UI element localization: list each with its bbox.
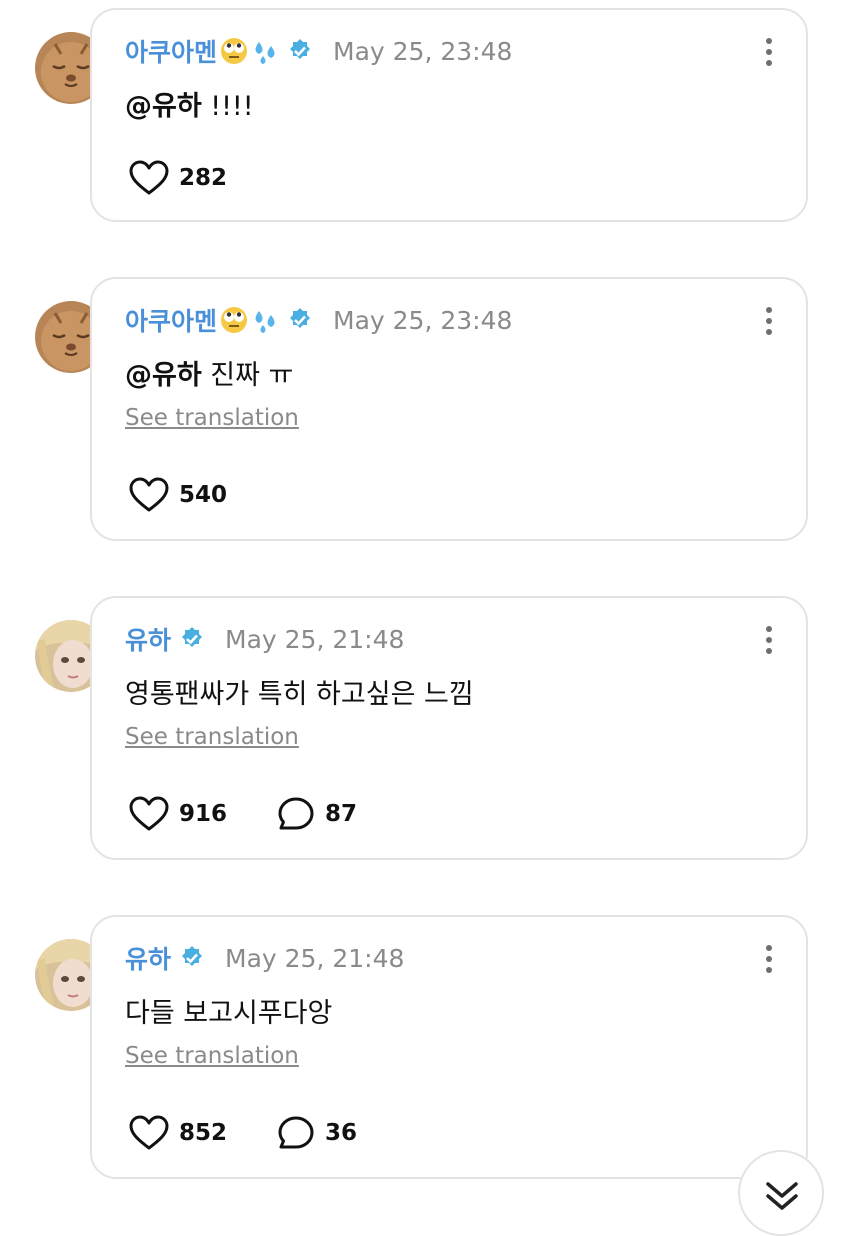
see-translation-link[interactable]: See translation	[125, 405, 299, 431]
like-button[interactable]: 540	[129, 477, 227, 513]
post-text: @유하 !!!!	[125, 84, 254, 123]
post-actions: 916 87	[129, 796, 407, 832]
more-options-icon[interactable]	[765, 626, 773, 656]
more-options-icon[interactable]	[765, 307, 773, 337]
verified-badge-icon	[287, 38, 313, 64]
post-body: 진짜 ㅠ	[201, 360, 294, 391]
more-options-icon[interactable]	[765, 945, 773, 975]
post-header: 아쿠아멘 May 25, 23:48	[125, 303, 512, 337]
reply-button[interactable]: 36	[277, 1115, 357, 1151]
like-count: 540	[179, 482, 228, 508]
double-chevron-down-icon	[766, 1182, 798, 1210]
see-translation-link[interactable]: See translation	[125, 1043, 299, 1069]
sweat-droplets-emoji	[251, 36, 279, 66]
verified-badge-icon	[179, 626, 205, 652]
timestamp[interactable]: May 25, 21:48	[225, 625, 404, 654]
post-body: !!!!	[201, 91, 254, 122]
post-header: 유하 May 25, 21:48	[125, 941, 404, 975]
sweat-droplets-emoji	[251, 305, 279, 335]
heart-icon	[129, 796, 169, 831]
eye-roll-face-emoji	[219, 305, 249, 335]
author-name[interactable]: 아쿠아멘	[125, 302, 217, 338]
like-count: 852	[179, 1120, 228, 1146]
eye-roll-face-emoji	[219, 36, 249, 66]
author-name[interactable]: 유하	[125, 621, 171, 657]
timestamp[interactable]: May 25, 21:48	[225, 944, 404, 973]
post-text: 다들 보고시푸다앙	[125, 998, 333, 1029]
reply-count: 87	[325, 801, 358, 827]
timestamp[interactable]: May 25, 23:48	[333, 306, 512, 335]
reply-card[interactable]: 아쿠아멘 May 25, 23:48 @유하 !!!! 282	[90, 8, 808, 222]
mention-link[interactable]: @유하	[125, 360, 202, 391]
heart-icon	[129, 160, 169, 195]
post-actions: 540	[129, 477, 277, 513]
heart-icon	[129, 1115, 169, 1150]
post-header: 아쿠아멘 May 25, 23:48	[125, 34, 512, 68]
author-name[interactable]: 유하	[125, 940, 171, 976]
comment-bubble-icon	[278, 1116, 314, 1149]
like-button[interactable]: 852	[129, 1115, 227, 1151]
post-card[interactable]: 유하 May 25, 21:48 영통팬싸가 특히 하고싶은 느낌 See tr…	[90, 596, 808, 860]
like-count: 916	[179, 801, 228, 827]
post-text: @유하 진짜 ㅠ	[125, 353, 293, 392]
post-actions: 852 36	[129, 1115, 407, 1151]
post-text: 영통팬싸가 특히 하고싶은 느낌	[125, 679, 474, 710]
reply-button[interactable]: 87	[277, 796, 357, 832]
post-actions: 282	[129, 160, 277, 196]
post-header: 유하 May 25, 21:48	[125, 622, 404, 656]
reply-count: 36	[325, 1120, 358, 1146]
verified-badge-icon	[179, 945, 205, 971]
like-button[interactable]: 916	[129, 796, 227, 832]
timestamp[interactable]: May 25, 23:48	[333, 37, 512, 66]
heart-icon	[129, 477, 169, 512]
author-name[interactable]: 아쿠아멘	[125, 33, 217, 69]
mention-link[interactable]: @유하	[125, 91, 202, 122]
verified-badge-icon	[287, 307, 313, 333]
post-card[interactable]: 유하 May 25, 21:48 다들 보고시푸다앙 See translati…	[90, 915, 808, 1179]
see-translation-link[interactable]: See translation	[125, 724, 299, 750]
like-count: 282	[179, 165, 228, 191]
scroll-down-button[interactable]	[738, 1150, 824, 1236]
reply-card[interactable]: 아쿠아멘 May 25, 23:48 @유하 진짜 ㅠ See translat…	[90, 277, 808, 541]
comment-bubble-icon	[278, 797, 314, 830]
like-button[interactable]: 282	[129, 160, 227, 196]
more-options-icon[interactable]	[765, 38, 773, 68]
